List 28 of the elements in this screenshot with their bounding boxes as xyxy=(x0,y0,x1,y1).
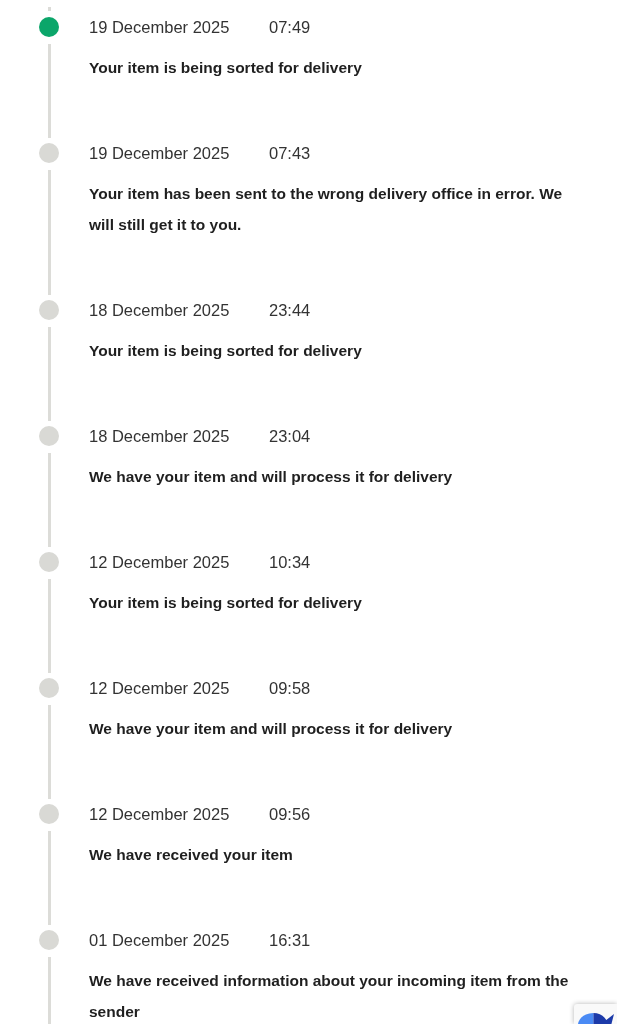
event-time: 23:44 xyxy=(269,300,311,320)
event-date: 18 December 2025 xyxy=(89,300,231,320)
event-date: 01 December 2025 xyxy=(89,930,231,950)
event-time: 07:43 xyxy=(269,143,311,163)
event-date: 19 December 2025 xyxy=(89,17,231,37)
event-time: 07:49 xyxy=(269,17,311,37)
event-message: Your item is being sorted for delivery xyxy=(89,341,362,361)
event-date: 12 December 2025 xyxy=(89,552,231,572)
logo-icon xyxy=(578,1013,614,1024)
event-time: 16:31 xyxy=(269,930,311,950)
event-time: 23:04 xyxy=(269,426,311,446)
event-time: 09:58 xyxy=(269,678,311,698)
event-message: We have received information about your incoming item from the sender xyxy=(89,971,570,1022)
event-date: 19 December 2025 xyxy=(89,143,231,163)
event-date: 18 December 2025 xyxy=(89,426,231,446)
timeline-connector xyxy=(48,7,51,11)
event-date: 12 December 2025 xyxy=(89,678,231,698)
event-date: 12 December 2025 xyxy=(89,804,231,824)
event-message: We have your item and will process it for delivery xyxy=(89,719,453,739)
event-message: Your item has been sent to the wrong delivery office in error. We will still get it to you. xyxy=(89,184,564,235)
event-time: 09:56 xyxy=(269,804,311,824)
verification-badge[interactable] xyxy=(574,1004,617,1024)
event-message: We have your item and will process it for delivery xyxy=(89,467,453,487)
event-message: Your item is being sorted for delivery xyxy=(89,593,362,613)
event-message: Your item is being sorted for delivery xyxy=(89,58,362,78)
event-message: We have received your item xyxy=(89,845,293,865)
event-time: 10:34 xyxy=(269,552,311,572)
timeline-connector xyxy=(48,957,51,1024)
